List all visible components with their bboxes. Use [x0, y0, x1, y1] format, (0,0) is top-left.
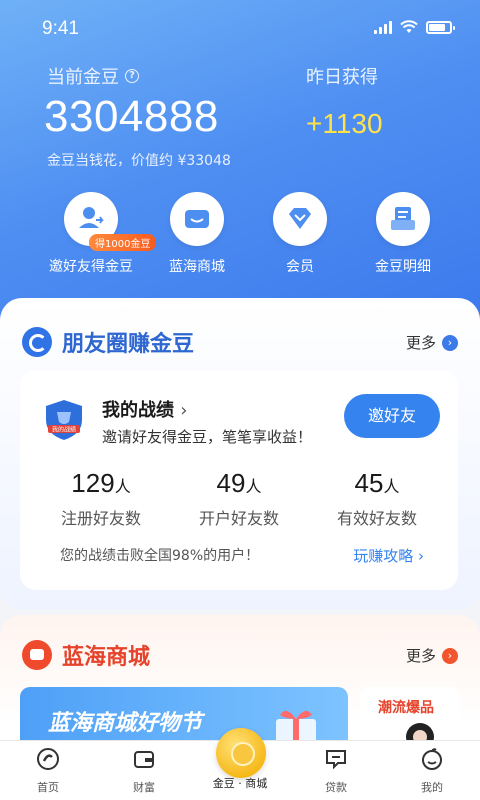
chevron-right-icon: ›	[180, 400, 188, 421]
shortcut-blue-sea-mall[interactable]: 蓝海商城	[137, 192, 257, 276]
record-badge-icon: 我的战绩	[46, 400, 82, 440]
battery-icon	[426, 20, 455, 34]
yesterday-value: +1130	[306, 108, 383, 139]
status-bar: 9:41	[0, 0, 480, 60]
mall-festival-banner[interactable]: 蓝海商城好物节	[20, 687, 348, 747]
brand-logo-icon	[22, 327, 52, 357]
shortcut-member[interactable]: 会员	[240, 192, 360, 276]
loan-icon	[326, 750, 346, 770]
current-beans-label: 当前金豆 ?	[47, 63, 139, 89]
my-record-card: 我的战绩 我的战绩 › 邀请好友得金豆，笔笔享收益！ 邀好友 129人 注册好友…	[20, 370, 458, 590]
tab-loan[interactable]: 贷款	[288, 741, 384, 800]
wifi-icon	[400, 20, 418, 33]
mall-section-title: 蓝海商城	[22, 639, 150, 671]
stat-opened-account: 49人 开户好友数	[198, 468, 279, 528]
mall-logo-icon	[22, 640, 52, 670]
chevron-right-icon: ›	[442, 647, 458, 664]
friends-more-link[interactable]: 更多 ›	[406, 332, 458, 353]
badge-text: 我的战绩	[52, 426, 76, 434]
stat-valid-friends: 45人 有效好友数	[336, 468, 417, 528]
friends-earn-section: 朋友圈赚金豆 更多 › 我的战绩 我的战绩 › 邀请好友得金豆，笔笔享收益！ 邀…	[0, 298, 480, 610]
shortcut-invite-friends[interactable]: 得1000金豆 邀好友得金豆	[31, 192, 157, 276]
yesterday-label: 昨日获得	[306, 67, 378, 88]
chevron-right-icon: ›	[442, 334, 458, 351]
status-time: 9:41	[42, 18, 79, 39]
tab-profile[interactable]: 我的	[384, 741, 480, 800]
signal-icon	[374, 20, 392, 34]
bill-detail-icon	[376, 192, 430, 246]
friends-section-title: 朋友圈赚金豆	[22, 326, 194, 358]
invite-friends-button[interactable]: 邀好友	[344, 394, 440, 438]
record-subtitle: 邀请好友得金豆，笔笔享收益！	[102, 428, 313, 446]
rank-text: 您的战绩击败全国98%的用户！	[60, 548, 260, 564]
coin-icon[interactable]	[216, 728, 266, 778]
strategy-link[interactable]: 玩赚攻略 ›	[353, 545, 424, 566]
trend-product-card[interactable]: 潮流爆品	[360, 687, 460, 747]
current-beans-value: 3304888	[44, 92, 219, 141]
diamond-icon	[273, 192, 327, 246]
stat-registered: 129人 注册好友数	[60, 468, 141, 528]
home-icon	[37, 748, 59, 770]
tab-wealth[interactable]: 财富	[96, 741, 192, 800]
tab-home[interactable]: 首页	[0, 741, 96, 800]
record-title[interactable]: 我的战绩 ›	[102, 396, 187, 422]
shortcut-bean-details[interactable]: 金豆明细	[343, 192, 463, 276]
mall-more-link[interactable]: 更多 ›	[406, 645, 458, 666]
shortcut-row: 得1000金豆 邀好友得金豆 蓝海商城 会员 金豆明细	[0, 192, 480, 282]
beans-value-text: 金豆当钱花，价值约 ¥33048	[47, 153, 231, 169]
profile-icon	[422, 748, 442, 770]
wallet-icon	[134, 751, 154, 768]
help-icon[interactable]: ?	[125, 69, 139, 83]
store-icon	[170, 192, 224, 246]
